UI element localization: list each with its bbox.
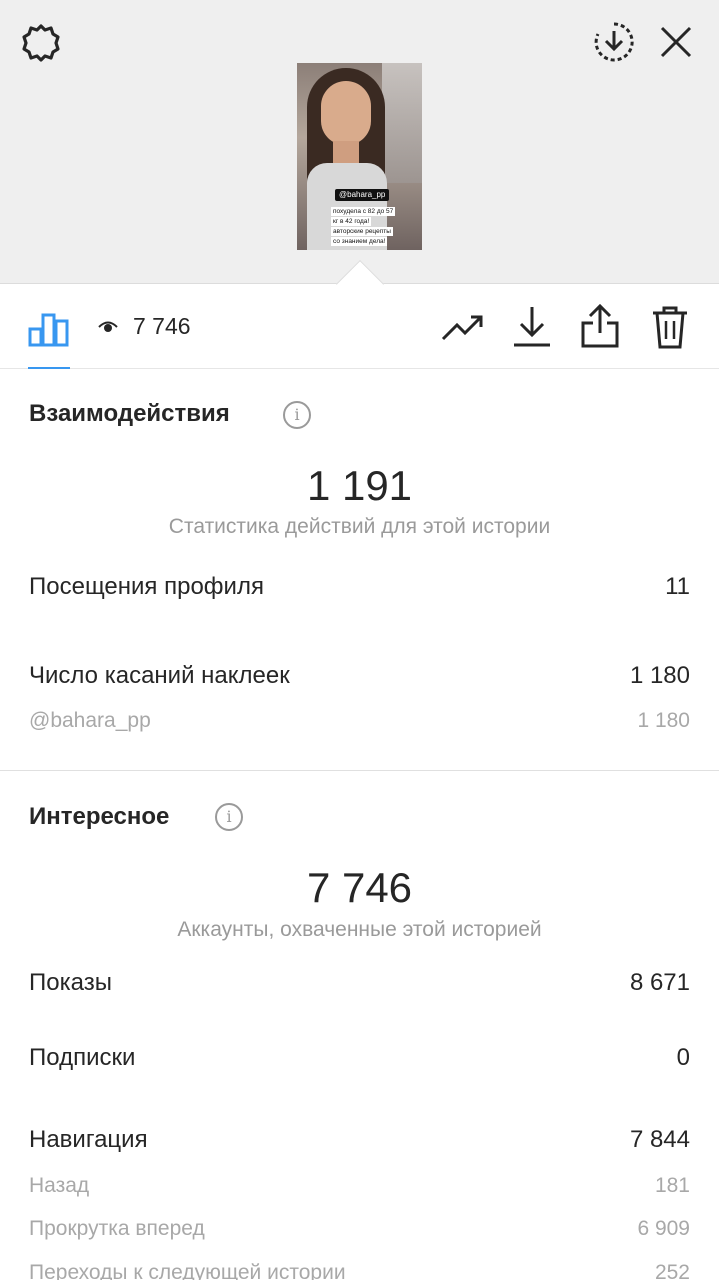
story-caption-line: авторские рецепты: [331, 227, 393, 236]
impressions-label: Показы: [29, 969, 112, 996]
profile-visits-value: 11: [665, 573, 690, 600]
download-circle-icon[interactable]: [592, 20, 636, 64]
active-tab-underline: [28, 367, 70, 369]
discovery-caption: Аккаунты, охваченные этой историей: [177, 918, 542, 941]
discovery-title: Интересное: [29, 803, 170, 830]
story-caption-line: со знанием дела!: [331, 237, 388, 246]
profile-visits-label: Посещения профиля: [29, 573, 264, 600]
bar-chart-icon[interactable]: [28, 307, 70, 347]
interactions-caption: Статистика действий для этой истории: [168, 515, 551, 538]
close-icon[interactable]: [656, 22, 696, 62]
trash-icon[interactable]: [651, 305, 689, 349]
views-count: 7 746: [133, 313, 191, 339]
gear-icon[interactable]: [20, 22, 62, 64]
interactions-total: 1 191: [306, 462, 413, 509]
sticker-mention-value: 1 180: [637, 709, 690, 732]
section-divider: [0, 770, 719, 771]
follows-value: 0: [676, 1044, 690, 1071]
back-label: Назад: [29, 1174, 90, 1197]
navigation-value: 7 844: [629, 1126, 690, 1153]
eye-icon: [98, 321, 118, 332]
story-mention-tag[interactable]: @bahara_pp: [335, 189, 390, 201]
story-caption-line: похудела с 82 до 57: [331, 207, 396, 216]
info-icon[interactable]: i: [215, 803, 243, 831]
download-icon[interactable]: [512, 305, 552, 349]
trend-icon[interactable]: [441, 313, 485, 343]
story-thumbnail[interactable]: @bahara_pp похудела с 82 до 57 кг в 42 г…: [297, 63, 422, 250]
thumbnail-shelf: [382, 63, 422, 183]
info-icon[interactable]: i: [283, 401, 311, 429]
forward-label: Прокрутка вперед: [29, 1217, 205, 1240]
thumbnail-face: [321, 81, 371, 145]
forward-value: 6 909: [637, 1217, 690, 1240]
interactions-title: Взаимодействия: [29, 400, 230, 427]
next-story-label: Переходы к следующей истории: [29, 1261, 346, 1280]
impressions-value: 8 671: [629, 969, 690, 996]
insights-toolbar: 7 746: [0, 285, 719, 369]
navigation-label: Навигация: [29, 1126, 148, 1153]
back-value: 181: [654, 1174, 690, 1197]
sticker-mention-label: @bahara_pp: [29, 709, 151, 732]
story-caption-line: кг в 42 года!: [331, 217, 372, 226]
sticker-taps-label: Число касаний наклеек: [29, 662, 290, 689]
sticker-taps-value: 1 180: [629, 662, 690, 689]
share-icon[interactable]: [580, 303, 620, 349]
next-story-value: 252: [654, 1261, 690, 1280]
follows-label: Подписки: [29, 1044, 136, 1071]
discovery-total: 7 746: [306, 864, 413, 911]
story-preview-area: @bahara_pp похудела с 82 до 57 кг в 42 г…: [0, 0, 719, 284]
